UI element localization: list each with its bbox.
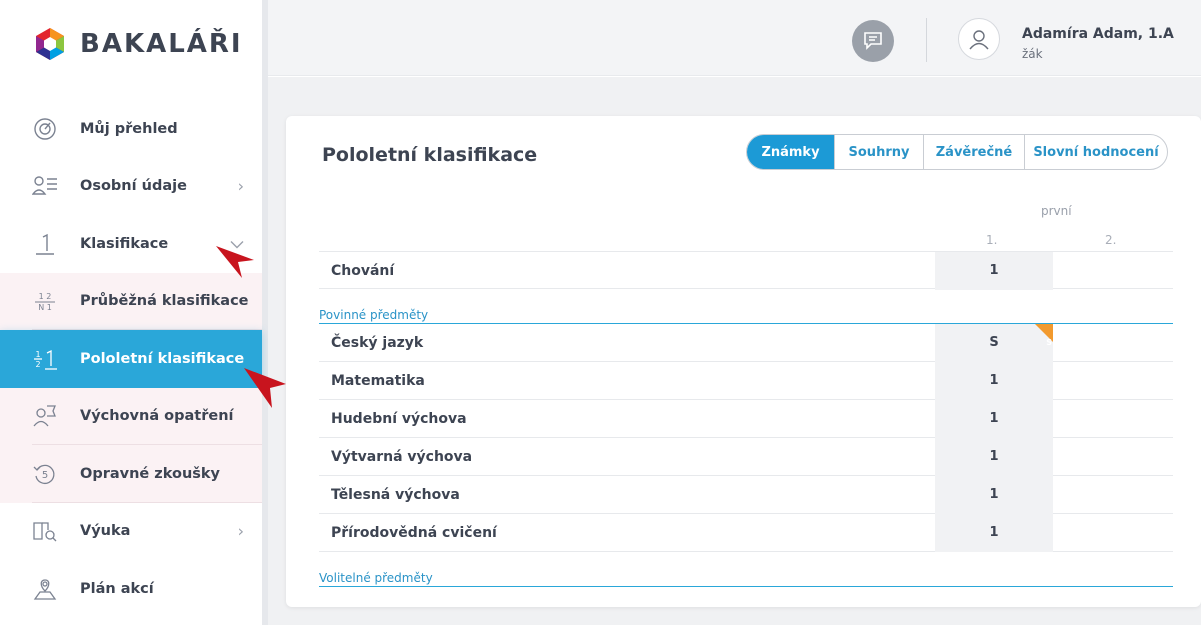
grade-cell-empty <box>1053 514 1173 552</box>
period-header: první <box>1041 204 1072 218</box>
messages-button[interactable] <box>852 20 894 62</box>
view-tabs: Známky Souhrny Závěrečné Slovní hodnocen… <box>746 134 1168 170</box>
sidebar: BAKALÁŘI Můj přehled Osobní údaje › Klas… <box>0 0 268 625</box>
sidebar-item-overview[interactable]: Můj přehled <box>0 100 262 158</box>
column-header-2: 2. <box>1105 233 1117 247</box>
grade-cell-empty <box>1053 476 1173 514</box>
chevron-right-icon: › <box>237 176 244 196</box>
person-card-icon <box>32 173 58 199</box>
grade-value: S <box>989 335 999 350</box>
section-header: Povinné předměty <box>319 304 1173 324</box>
grade-cell-empty <box>1053 252 1173 290</box>
sidebar-item-label: Opravné zkoušky <box>80 465 221 482</box>
grades-card: Pololetní klasifikace Známky Souhrny Záv… <box>286 116 1201 607</box>
grade-cell-empty <box>1053 438 1173 476</box>
section-title: Volitelné předměty <box>319 571 433 585</box>
grade-marker-label: S <box>1046 338 1052 347</box>
subject-name: Matematika <box>331 373 425 389</box>
tab-grades[interactable]: Známky <box>747 135 834 169</box>
sidebar-item-label: Výchovná opatření <box>80 408 234 425</box>
sidebar-item-label: Výuka <box>80 523 131 540</box>
sidebar-item-label: Průběžná klasifikace <box>80 293 249 310</box>
svg-text:5: 5 <box>42 470 48 481</box>
sidebar-item-event-plan[interactable]: Plán akcí <box>0 560 262 618</box>
award-person-icon <box>32 403 58 429</box>
fraction-grades-icon: 1 2 N 1 <box>32 288 58 314</box>
subject-name: Český jazyk <box>331 335 424 351</box>
svg-text:N 1: N 1 <box>38 303 52 312</box>
avatar[interactable] <box>958 18 1000 60</box>
tab-verbal-evaluation[interactable]: Slovní hodnocení <box>1024 135 1167 169</box>
map-pin-icon <box>32 576 58 602</box>
chat-bubble-icon <box>864 32 882 50</box>
grade-cell[interactable]: 1 <box>935 400 1053 438</box>
subject-name: Přírodovědná cvičení <box>331 525 497 541</box>
sidebar-nav: Můj přehled Osobní údaje › Klasifikace 1… <box>0 100 262 618</box>
subject-name: Chování <box>331 263 395 279</box>
grade-cell[interactable]: S S <box>935 324 1053 362</box>
grade-cell[interactable]: 1 <box>935 438 1053 476</box>
brand[interactable]: BAKALÁŘI <box>32 24 243 64</box>
chevron-right-icon: › <box>237 521 244 541</box>
sidebar-item-label: Plán akcí <box>80 580 154 597</box>
sidebar-item-personal[interactable]: Osobní údaje › <box>0 158 262 216</box>
table-row[interactable]: Hudební výchova 1 <box>319 400 1173 438</box>
table-row[interactable]: Chování 1 <box>319 251 1173 290</box>
dashboard-icon <box>32 116 58 142</box>
table-row[interactable]: Český jazyk S S <box>319 324 1173 362</box>
user-name[interactable]: Adamíra Adam, 1.A <box>1022 26 1174 42</box>
section-header: Volitelné předměty <box>319 567 1173 587</box>
svg-text:2: 2 <box>35 360 40 369</box>
subject-name: Výtvarná výchova <box>331 449 473 465</box>
half-grade-icon: 1 2 <box>32 346 58 372</box>
table-row[interactable]: Přírodovědná cvičení 1 <box>319 514 1173 552</box>
grade-cell-empty <box>1053 324 1173 362</box>
annotation-arrow-classification <box>216 246 254 278</box>
book-search-icon <box>32 518 58 544</box>
grade-cell-empty <box>1053 400 1173 438</box>
tab-summaries[interactable]: Souhrny <box>834 135 923 169</box>
header-divider <box>926 18 927 62</box>
page-title: Pololetní klasifikace <box>322 144 538 166</box>
sidebar-item-semester-grades[interactable]: 1 2 Pololetní klasifikace <box>0 330 262 388</box>
grade-cell[interactable]: 1 <box>935 514 1053 552</box>
user-role: žák <box>1022 47 1043 61</box>
brand-name: BAKALÁŘI <box>80 29 243 59</box>
svg-text:1: 1 <box>35 350 40 359</box>
sidebar-item-label: Pololetní klasifikace <box>80 350 245 367</box>
annotation-arrow-semester <box>244 368 286 408</box>
subject-name: Tělesná výchova <box>331 487 460 503</box>
grade-marker: S <box>1035 324 1053 347</box>
table-row[interactable]: Matematika 1 <box>319 362 1173 400</box>
user-icon <box>969 30 989 50</box>
column-header-1: 1. <box>986 233 998 247</box>
grade-cell[interactable]: 1 <box>935 362 1053 400</box>
svg-text:1 2: 1 2 <box>39 292 52 301</box>
table-row[interactable]: Výtvarná výchova 1 <box>319 438 1173 476</box>
bakalari-logo-icon <box>36 28 64 60</box>
sidebar-item-label: Klasifikace <box>80 235 169 252</box>
retake-exam-icon: 5 <box>32 461 58 487</box>
top-bar: Adamíra Adam, 1.A žák <box>268 0 1201 76</box>
table-row[interactable]: Tělesná výchova 1 <box>319 476 1173 514</box>
sidebar-item-label: Můj přehled <box>80 120 178 137</box>
tab-final[interactable]: Závěrečné <box>923 135 1024 169</box>
sidebar-item-disciplinary[interactable]: Výchovná opatření <box>0 387 262 445</box>
grade-cell[interactable]: 1 <box>935 476 1053 514</box>
section-title: Povinné předměty <box>319 308 429 322</box>
sidebar-item-label: Osobní údaje <box>80 178 187 195</box>
sidebar-item-retake-exams[interactable]: 5 Opravné zkoušky <box>0 445 262 503</box>
sidebar-item-teaching[interactable]: Výuka › <box>0 503 262 561</box>
grade-cell[interactable]: 1 <box>935 252 1053 290</box>
grade-one-icon <box>32 231 58 257</box>
grade-cell-empty <box>1053 362 1173 400</box>
subject-name: Hudební výchova <box>331 411 467 427</box>
